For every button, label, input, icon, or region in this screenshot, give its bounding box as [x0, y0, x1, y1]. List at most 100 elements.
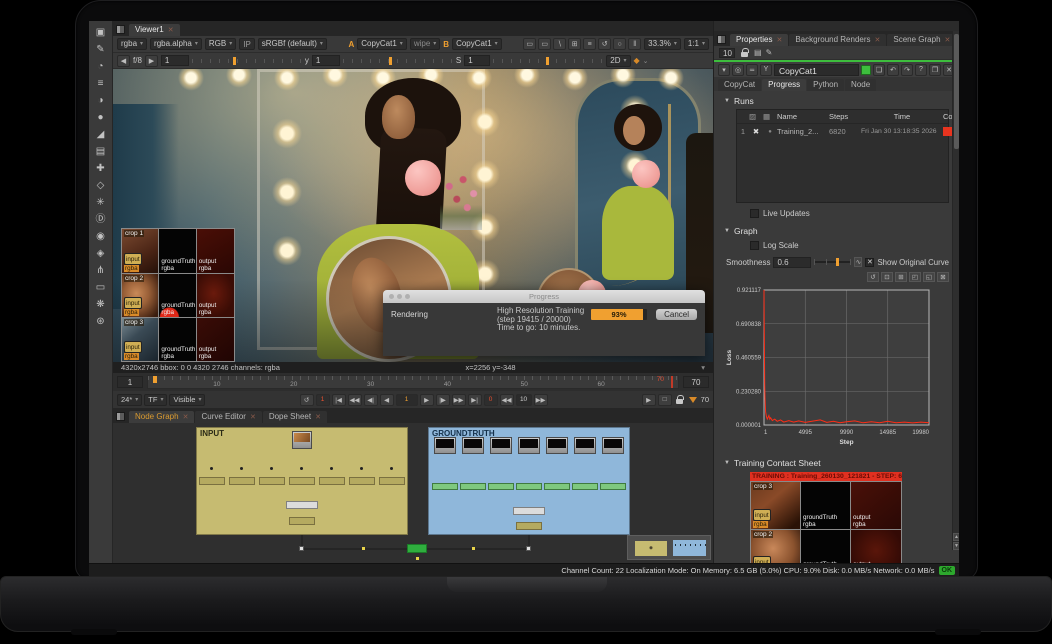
dot-node[interactable]	[330, 467, 333, 470]
stop-button[interactable]: □	[658, 394, 672, 406]
particles-tools-icon[interactable]: ✳	[92, 195, 110, 211]
viewer-lut-dropdown[interactable]: sRGBf (default)	[258, 38, 327, 50]
read-node[interactable]	[490, 437, 512, 454]
contact-sheet-section-header[interactable]: ▼ Training Contact Sheet	[724, 457, 949, 469]
viewer-canvas[interactable]: crop 1 inputrgba groundTruthrgba outputr…	[113, 69, 713, 362]
link-icon[interactable]: ≂	[746, 64, 758, 76]
read-node[interactable]	[574, 437, 596, 454]
saturation-slider[interactable]	[493, 57, 603, 65]
air-tools-icon[interactable]: ❋	[92, 297, 110, 313]
tab-properties[interactable]: Properties✕	[730, 34, 788, 46]
redo-icon[interactable]: ↷	[901, 64, 913, 76]
center-node-icon[interactable]: ◎	[732, 64, 744, 76]
float-panel-icon[interactable]: ❐	[929, 64, 941, 76]
crop-node[interactable]	[379, 477, 405, 485]
merge-tools-icon[interactable]: ▤	[92, 144, 110, 160]
gain-slider[interactable]	[192, 57, 302, 65]
pane-menu-icon[interactable]	[116, 412, 125, 421]
color-tools-icon[interactable]: ◑	[92, 93, 110, 109]
dot-node[interactable]	[526, 546, 531, 551]
draw-tools-icon[interactable]: ✎	[92, 42, 110, 58]
zoom-in-icon[interactable]: ⊞	[895, 272, 907, 282]
pause-icon[interactable]: ‖	[628, 38, 641, 50]
dag-minimap[interactable]	[627, 535, 711, 560]
close-tab-icon[interactable]: ✕	[168, 26, 174, 34]
delete-run-icon[interactable]: ✖	[749, 127, 763, 136]
fit-graph-icon[interactable]: ⊠	[937, 272, 949, 282]
close-tab-icon[interactable]: ✕	[315, 413, 321, 421]
proxy-ratio-dropdown[interactable]: 1:1	[684, 38, 709, 50]
display-channels-dropdown[interactable]: RGB	[205, 38, 236, 50]
filter-icon[interactable]	[689, 397, 697, 403]
current-frame-field[interactable]: 1	[396, 394, 418, 406]
close-tab-icon[interactable]: ✕	[250, 413, 256, 421]
close-tab-icon[interactable]: ✕	[945, 36, 951, 44]
crop-node[interactable]	[349, 477, 375, 485]
undo-icon[interactable]: ↶	[887, 64, 899, 76]
collapse-triangle-icon[interactable]: ▼	[724, 460, 730, 466]
curve-toggle-icon[interactable]: ∿	[854, 257, 862, 267]
tab-viewer1[interactable]: Viewer1 ✕	[129, 24, 180, 36]
dot-node[interactable]	[360, 467, 363, 470]
tab-python[interactable]: Python	[807, 79, 844, 91]
timeline-frames-dropdown[interactable]: TF	[144, 394, 167, 406]
back-increment-button[interactable]: ◀|	[364, 394, 378, 406]
zoom-y-icon[interactable]: ◱	[923, 272, 935, 282]
refresh-icon[interactable]: ↺	[598, 38, 611, 50]
timeline-ruler[interactable]: 10 20 30 40 50 60 70	[147, 375, 679, 389]
crop-node[interactable]	[319, 477, 345, 485]
plugins-icon[interactable]: ⊛	[92, 314, 110, 330]
pane-menu-icon[interactable]	[116, 25, 125, 34]
forward-increment-button[interactable]: |▶	[436, 394, 450, 406]
crop-node-green[interactable]	[544, 483, 570, 490]
cancel-button[interactable]: Cancel	[656, 309, 697, 320]
progress-dialog-titlebar[interactable]: Progress	[383, 290, 705, 303]
dot-node[interactable]	[390, 467, 393, 470]
prev-fstop-button[interactable]: ◀	[117, 55, 130, 67]
crop-node[interactable]	[289, 477, 315, 485]
collapse-info-icon[interactable]: ▾	[701, 363, 705, 372]
channel-tools-icon[interactable]: ≡	[92, 76, 110, 92]
fps-dropdown[interactable]: 24*	[117, 394, 142, 406]
view-mode-dropdown[interactable]: 2D	[606, 55, 630, 67]
monitor-2-icon[interactable]: ▭	[538, 38, 551, 50]
scroll-up-icon[interactable]: ▲	[953, 533, 959, 541]
crop-node-green[interactable]	[516, 483, 542, 490]
max-panels-field[interactable]: 10	[719, 48, 735, 58]
read-node[interactable]	[292, 431, 312, 449]
clear-panels-icon[interactable]: ▤	[754, 48, 762, 57]
views-tools-icon[interactable]: ◉	[92, 229, 110, 245]
tab-curve-editor[interactable]: Curve Editor✕	[195, 411, 261, 423]
tab-node[interactable]: Node	[845, 79, 876, 91]
window-traffic-lights[interactable]	[389, 294, 410, 299]
range-end-marker[interactable]	[671, 376, 673, 388]
range-mode-dropdown[interactable]: Visible	[169, 394, 205, 406]
expression-icon[interactable]: Y	[760, 64, 772, 76]
flipbook-button[interactable]: ▶	[642, 394, 656, 406]
appendclip-node[interactable]	[286, 501, 318, 509]
next-fstop-button[interactable]: ▶	[145, 55, 158, 67]
node-graph-canvas[interactable]: INPUT GROUNDTRUTH	[113, 423, 713, 563]
crop-node-green[interactable]	[488, 483, 514, 490]
film-icon[interactable]: ≡	[583, 38, 596, 50]
stereo-field[interactable]: 1	[464, 55, 490, 66]
crop-node[interactable]	[199, 477, 225, 485]
node-name-field[interactable]: CopyCat1	[774, 64, 859, 76]
smoothness-field[interactable]: 0.6	[773, 257, 810, 268]
gamma-slider[interactable]	[343, 57, 453, 65]
shuffle-node[interactable]	[516, 522, 542, 530]
live-updates-checkbox[interactable]	[750, 209, 759, 218]
pane-menu-icon[interactable]	[717, 35, 726, 44]
tab-copycat[interactable]: CopyCat	[718, 79, 761, 91]
zoom-level-dropdown[interactable]: 33.3%	[644, 38, 681, 50]
increment-button[interactable]: ▶▶	[534, 394, 548, 406]
log-scale-checkbox[interactable]	[750, 241, 759, 250]
wipe-icon[interactable]: ∖	[553, 38, 566, 50]
roi-icon[interactable]: ○	[613, 38, 626, 50]
collapse-triangle-icon[interactable]: ▼	[724, 228, 730, 234]
layer-dropdown[interactable]: rgba.alpha	[150, 38, 202, 50]
loop-mode-button[interactable]: ↺	[300, 394, 314, 406]
reset-graph-icon[interactable]: ↺	[867, 272, 879, 282]
out-frame-button[interactable]: 0	[484, 394, 498, 406]
play-forward-button[interactable]: ▶	[420, 394, 434, 406]
